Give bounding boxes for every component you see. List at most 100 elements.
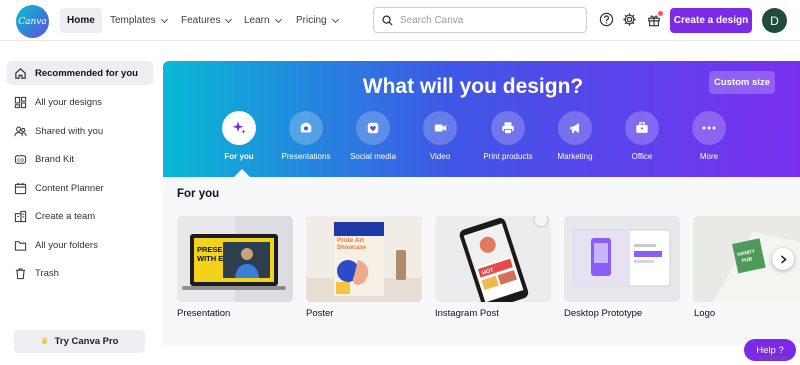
section-title: For you	[177, 188, 220, 200]
gift-icon[interactable]	[645, 11, 663, 28]
user-avatar[interactable]: D	[762, 8, 787, 33]
nav-learn-label: Learn	[244, 15, 270, 26]
sidebar-item-shared[interactable]: Shared with you	[7, 119, 153, 143]
canva-logo[interactable]: Canva	[16, 5, 49, 38]
notification-dot	[658, 11, 663, 16]
try-canva-pro-button[interactable]: ♛ Try Canva Pro	[14, 330, 145, 353]
logo-text: Canva	[18, 16, 47, 27]
svg-text:Showcase: Showcase	[337, 245, 367, 251]
nav-templates[interactable]: Templates	[103, 8, 174, 33]
sidebar-item-label: Trash	[35, 267, 59, 279]
brand-icon: CO	[14, 154, 27, 164]
active-category-indicator	[234, 169, 250, 177]
sidebar-item-label: Content Planner	[35, 182, 104, 194]
nav-features[interactable]: Features	[174, 8, 238, 33]
template-card-desktop-prototype[interactable]	[564, 216, 680, 302]
category-print-products[interactable]: Print products	[473, 111, 543, 161]
nav-home[interactable]: Home	[60, 8, 102, 33]
sidebar-item-folders[interactable]: All your folders	[7, 233, 153, 257]
more-icon	[692, 111, 726, 145]
category-label: Print products	[483, 152, 533, 161]
chevron-down-icon	[160, 15, 168, 23]
card-label: Desktop Prototype	[564, 308, 643, 319]
category-label: For you	[224, 152, 254, 161]
desktop-prototype-thumbnail	[564, 216, 680, 302]
top-navigation-bar: Canva Home Templates Features Learn Pric…	[0, 0, 800, 41]
search-box[interactable]	[373, 7, 587, 33]
category-label: Video	[429, 152, 451, 161]
video-icon	[423, 111, 457, 145]
hero-title: What will you design?	[362, 75, 584, 98]
template-card-poster[interactable]: Pride Art Showcase	[306, 216, 422, 302]
home-icon	[15, 67, 26, 79]
team-icon	[14, 210, 27, 222]
card-label: Poster	[306, 308, 334, 319]
category-label: Social media	[350, 152, 396, 161]
presentation-thumbnail: PRESE WITH E	[177, 216, 293, 302]
sidebar-item-label: Brand Kit	[35, 153, 75, 165]
category-office[interactable]: Office	[607, 111, 677, 161]
sidebar-item-label: Shared with you	[35, 125, 104, 137]
people-icon	[14, 126, 27, 136]
sidebar-item-create-team[interactable]: Create a team	[7, 204, 153, 228]
category-presentations[interactable]: Presentations	[271, 111, 341, 161]
nav-templates-label: Templates	[110, 15, 156, 26]
category-video[interactable]: Video	[405, 111, 475, 161]
search-input[interactable]	[400, 14, 570, 26]
nav-learn[interactable]: Learn	[237, 8, 288, 33]
chevron-down-icon	[331, 15, 339, 23]
chevron-down-icon	[225, 15, 233, 23]
grid-icon	[14, 96, 27, 108]
sidebar-item-label: All your folders	[35, 239, 98, 251]
svg-text:CO: CO	[17, 157, 24, 162]
sidebar-item-all-designs[interactable]: All your designs	[7, 90, 153, 114]
custom-size-button[interactable]: Custom size	[709, 71, 775, 94]
printer-icon	[491, 111, 525, 145]
template-card-instagram-post[interactable]: HOT	[435, 216, 551, 302]
sidebar-item-label: All your designs	[35, 96, 103, 108]
svg-text:Pride Art: Pride Art	[337, 237, 365, 244]
category-marketing[interactable]: Marketing	[540, 111, 610, 161]
search-icon	[382, 14, 393, 26]
sidebar-item-recommended[interactable]: Recommended for you	[7, 61, 153, 85]
category-for-you[interactable]: For you	[204, 111, 274, 161]
for-you-section: For you PRESE WITH E Presentation Pride …	[163, 177, 800, 345]
trash-icon	[15, 267, 26, 279]
instagram-thumbnail: HOT	[435, 216, 551, 302]
card-label: Instagram Post	[435, 308, 499, 319]
sidebar: Recommended for you All your designs Sha…	[0, 41, 160, 365]
hero-banner: What will you design? Custom size For yo…	[163, 61, 800, 177]
presentation-icon	[289, 111, 323, 145]
category-label: More	[699, 152, 719, 161]
sidebar-item-brand-kit[interactable]: CO Brand Kit	[7, 147, 153, 171]
category-more[interactable]: More	[674, 111, 744, 161]
template-card-presentation[interactable]: PRESE WITH E	[177, 216, 293, 302]
try-pro-label: Try Canva Pro	[54, 336, 119, 347]
card-label: Logo	[694, 308, 716, 319]
chevron-right-icon	[780, 254, 787, 264]
nav-pricing[interactable]: Pricing	[289, 8, 345, 33]
category-label: Office	[631, 152, 653, 161]
help-icon[interactable]	[598, 11, 615, 28]
calendar-icon	[14, 182, 27, 194]
nav-features-label: Features	[181, 15, 221, 26]
watermark-text: wsxdn.com	[758, 356, 789, 362]
sidebar-item-label: Recommended for you	[35, 67, 138, 79]
sparkle-icon	[222, 111, 256, 145]
crown-icon: ♛	[40, 336, 49, 346]
chevron-down-icon	[274, 15, 282, 23]
sidebar-item-content-planner[interactable]: Content Planner	[7, 176, 153, 200]
category-social-media[interactable]: Social media	[338, 111, 408, 161]
avatar-initial: D	[770, 13, 779, 28]
settings-gear-icon[interactable]	[621, 11, 638, 28]
sidebar-item-label: Create a team	[35, 210, 96, 222]
thumb-text-1: PRESE	[197, 245, 222, 254]
category-label: Marketing	[557, 152, 593, 161]
create-design-button[interactable]: Create a design	[670, 8, 752, 33]
nav-home-label: Home	[67, 15, 95, 26]
folder-icon	[14, 240, 27, 251]
poster-thumbnail: Pride Art Showcase	[306, 216, 422, 302]
carousel-next-button[interactable]	[772, 248, 794, 270]
briefcase-icon	[625, 111, 659, 145]
sidebar-item-trash[interactable]: Trash	[7, 261, 153, 285]
